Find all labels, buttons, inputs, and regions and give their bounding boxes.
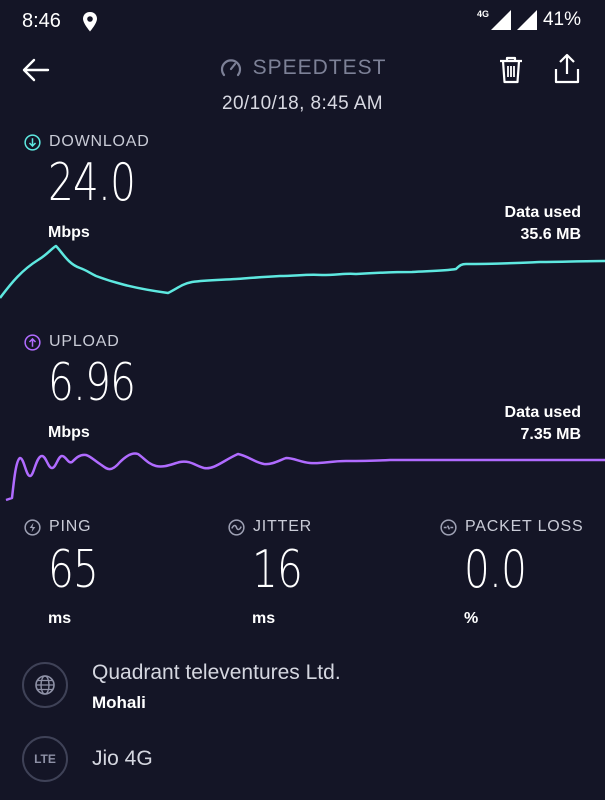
provider-name: Quadrant televentures Ltd. [92, 661, 341, 684]
ping-value: 65 [48, 540, 99, 600]
test-date: 20/10/18, 8:45 AM [221, 93, 384, 114]
download-speed-graph [0, 244, 605, 299]
download-speed-value: 24.0 [48, 153, 136, 213]
globe-icon [35, 675, 55, 695]
packet-loss-unit: % [464, 610, 479, 627]
trash-icon[interactable] [496, 54, 526, 86]
signal-icon [490, 10, 511, 30]
location-icon [83, 12, 97, 32]
download-label-text: DOWNLOAD [49, 133, 150, 150]
ping-label: PING [24, 518, 91, 536]
jitter-unit: ms [252, 610, 276, 627]
page-title-text: SPEEDTEST [252, 56, 387, 79]
packet-loss-value: 0.0 [464, 540, 527, 600]
upload-arrow-icon [24, 333, 41, 351]
upload-label-text: UPLOAD [49, 333, 120, 350]
download-label: DOWNLOAD [24, 133, 150, 151]
speedometer-icon [220, 59, 241, 77]
status-time: 8:46 [22, 10, 61, 32]
jitter-label: JITTER [228, 518, 312, 536]
jitter-label-text: JITTER [253, 518, 313, 535]
status-indicators: 4G 41% [477, 9, 581, 31]
packet-loss-label-text: PACKET LOSS [465, 518, 584, 535]
ping-label-text: PING [49, 518, 92, 535]
packet-loss-icon [440, 518, 457, 536]
jitter-value: 16 [252, 540, 303, 600]
battery-percentage: 41% [542, 9, 581, 30]
download-data-used-label: Data used [504, 204, 581, 221]
download-arrow-icon [24, 133, 41, 151]
ping-icon [24, 518, 41, 536]
upload-speed-graph [5, 452, 605, 502]
jitter-icon [228, 518, 245, 536]
lte-badge: LTE [22, 736, 68, 782]
upload-speed-value: 6.96 [48, 353, 136, 413]
share-icon[interactable] [552, 52, 582, 86]
ping-unit: ms [48, 610, 72, 627]
network-type-label: 4G [476, 9, 489, 19]
upload-data-used-label: Data used [504, 404, 581, 421]
provider-icon-ring [22, 662, 68, 708]
page-title: SPEEDTEST [219, 56, 387, 80]
signal-icon-secondary [516, 10, 537, 30]
upload-label: UPLOAD [24, 333, 120, 351]
packet-loss-label: PACKET LOSS [440, 518, 583, 536]
connection-name: Jio 4G [92, 747, 153, 770]
provider-location: Mohali [92, 693, 146, 712]
